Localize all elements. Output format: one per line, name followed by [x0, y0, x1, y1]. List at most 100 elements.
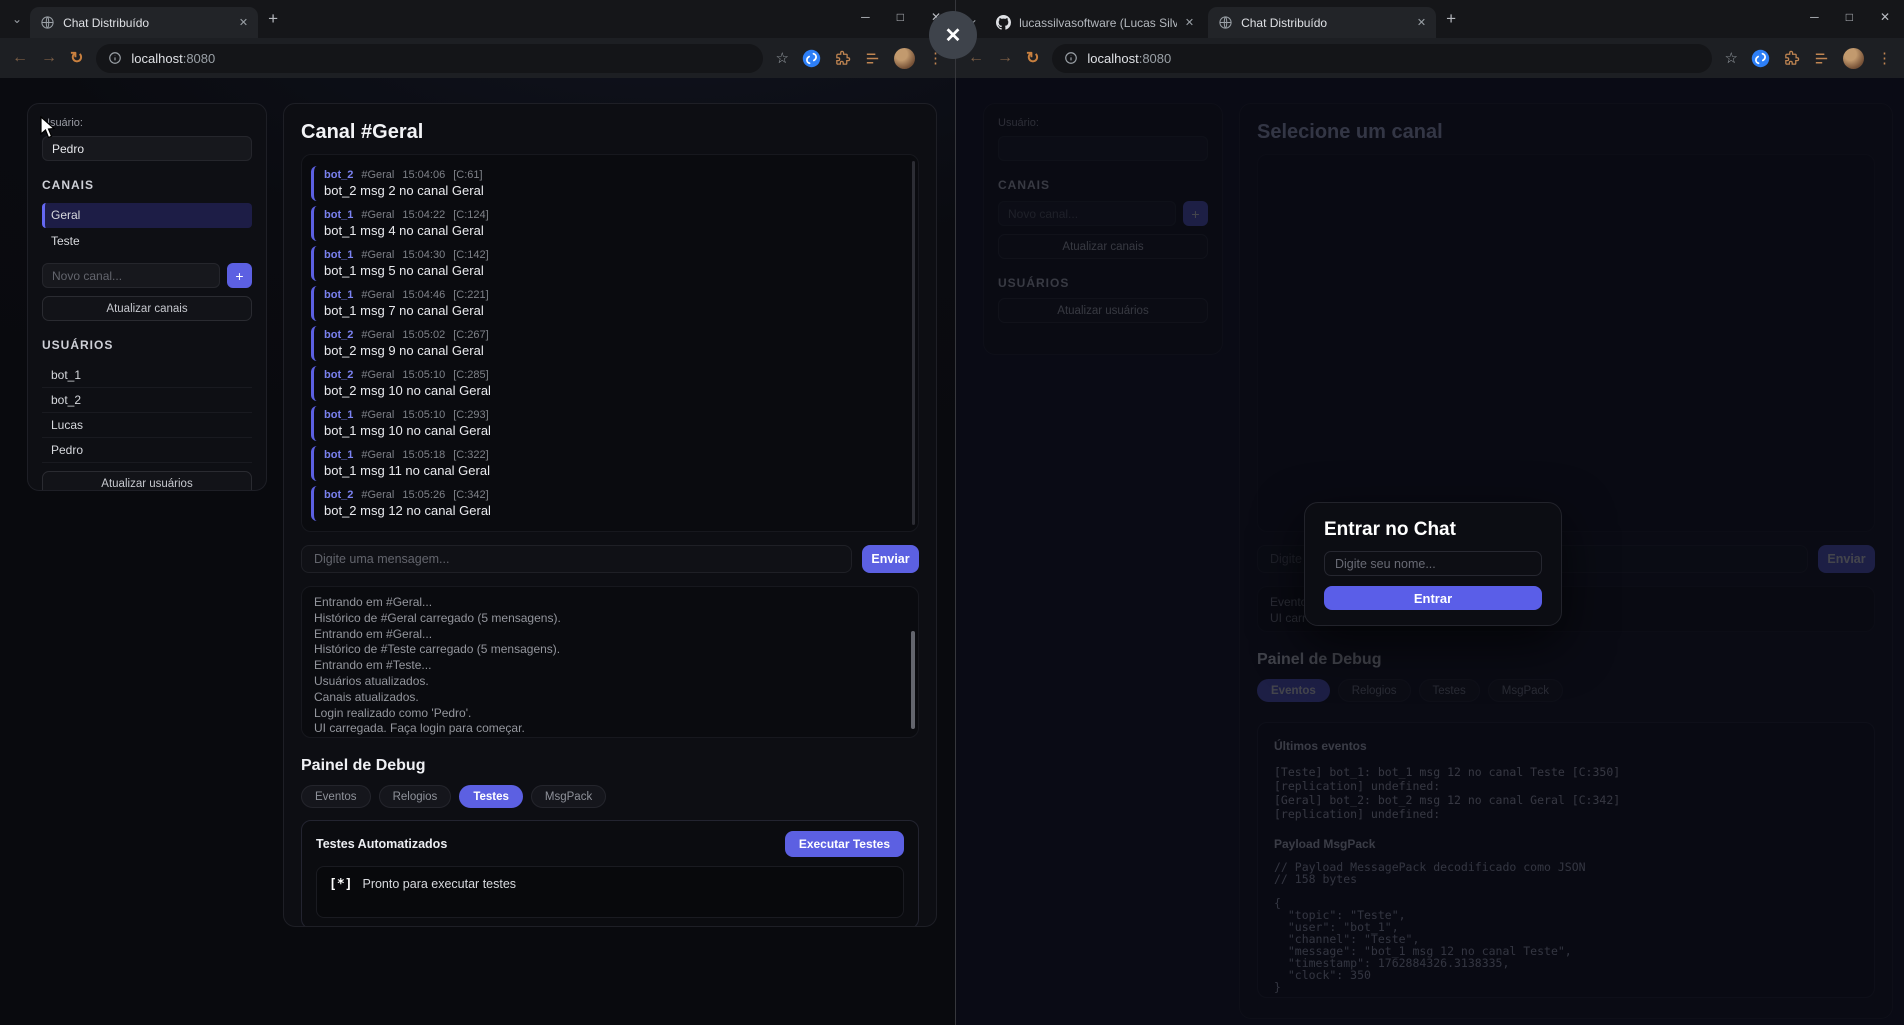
username-input[interactable]	[42, 136, 252, 161]
log-scrollbar[interactable]	[911, 631, 915, 729]
add-channel-button[interactable]: +	[1183, 201, 1208, 226]
back-button[interactable]: ←	[12, 50, 28, 66]
extensions-puzzle-icon[interactable]	[834, 50, 851, 67]
message-time: 15:05:10	[402, 408, 445, 422]
debug-tab-relogios[interactable]: Relogios	[1338, 679, 1411, 702]
message-username[interactable]: bot_1	[324, 448, 353, 462]
tab-close-icon[interactable]: ✕	[1185, 16, 1194, 29]
maximize-button[interactable]: □	[897, 11, 904, 23]
back-button[interactable]: ←	[968, 50, 984, 66]
tab-search-chevron-icon[interactable]: ⌄	[12, 12, 22, 26]
refresh-channels-button[interactable]: Atualizar canais	[998, 234, 1208, 259]
enter-chat-button[interactable]: Entrar	[1324, 586, 1542, 610]
extensions-puzzle-icon[interactable]	[1783, 50, 1800, 67]
message-clock: [C:221]	[453, 288, 488, 302]
reload-button[interactable]: ↻	[70, 48, 83, 68]
new-tab-button[interactable]: +	[1446, 9, 1456, 29]
reading-list-icon[interactable]	[1813, 50, 1830, 67]
debug-tabs: Eventos Relogios Testes MsgPack	[1257, 679, 1875, 702]
message-channel: #Geral	[361, 408, 394, 422]
profile-avatar[interactable]	[894, 48, 915, 69]
browser-tab-chat[interactable]: Chat Distribuído ✕	[1208, 7, 1436, 38]
message-username[interactable]: bot_2	[324, 328, 353, 342]
sidebar-user-item[interactable]: bot_1	[42, 363, 252, 388]
browser-toolbar-left: ← → ↻ localhost:8080 ☆	[0, 38, 955, 78]
debug-tab-msgpack[interactable]: MsgPack	[1488, 679, 1563, 702]
message-username[interactable]: bot_2	[324, 368, 353, 382]
sidebar-channel-item[interactable]: Geral	[42, 203, 252, 228]
site-info-icon[interactable]	[1064, 51, 1078, 65]
message-username[interactable]: bot_2	[324, 168, 353, 182]
debug-tab-testes[interactable]: Testes	[459, 785, 523, 808]
menu-dots-icon[interactable]: ⋮	[1877, 49, 1892, 67]
window-controls-right: ─ □ ✕	[1810, 0, 1890, 34]
message-clock: [C:267]	[453, 328, 488, 342]
debug-tab-testes[interactable]: Testes	[1419, 679, 1480, 702]
debug-events-panel: Últimos eventos [Teste] bot_1: bot_1 msg…	[1257, 722, 1875, 998]
new-tab-button[interactable]: +	[268, 9, 278, 29]
debug-tab-msgpack[interactable]: MsgPack	[531, 785, 606, 808]
refresh-channels-button[interactable]: Atualizar canais	[42, 296, 252, 321]
message-username[interactable]: bot_1	[324, 208, 353, 222]
refresh-users-button[interactable]: Atualizar usuários	[998, 298, 1208, 323]
message-meta: bot_1#Geral15:05:18[C:322]	[324, 448, 904, 462]
debug-tab-eventos[interactable]: Eventos	[1257, 679, 1330, 702]
message-text: bot_2 msg 12 no canal Geral	[324, 502, 904, 519]
message-input[interactable]	[301, 545, 852, 573]
message-username[interactable]: bot_2	[324, 488, 353, 502]
compose-row: Enviar	[301, 545, 919, 573]
forward-button[interactable]: →	[997, 50, 1013, 66]
browser-tab-github[interactable]: lucassilvasoftware (Lucas Silva) ✕	[986, 7, 1204, 38]
debug-tab-eventos[interactable]: Eventos	[301, 785, 371, 808]
message-list[interactable]: bot_2#Geral15:04:06[C:61]bot_2 msg 2 no …	[301, 154, 919, 532]
add-channel-button[interactable]: +	[227, 263, 252, 288]
tab-close-icon[interactable]: ✕	[1417, 16, 1426, 29]
channels-heading: CANAIS	[998, 178, 1208, 192]
msgpack-payload: // Payload MessagePack decodificado como…	[1274, 861, 1858, 993]
sidebar-user-item[interactable]: Lucas	[42, 413, 252, 438]
shazam-extension-icon[interactable]	[802, 49, 821, 68]
username-input[interactable]	[998, 136, 1208, 161]
reading-list-icon[interactable]	[864, 50, 881, 67]
sidebar-user-item[interactable]: bot_2	[42, 388, 252, 413]
message-text: bot_1 msg 10 no canal Geral	[324, 422, 904, 439]
minimize-button[interactable]: ─	[1810, 11, 1819, 23]
login-modal: Entrar no Chat Entrar	[1304, 502, 1562, 626]
message-username[interactable]: bot_1	[324, 248, 353, 262]
new-channel-input[interactable]	[42, 263, 220, 288]
send-button[interactable]: Enviar	[1818, 545, 1875, 573]
tab-close-icon[interactable]: ✕	[239, 16, 248, 29]
browser-tab-chat[interactable]: Chat Distribuído ✕	[30, 7, 258, 38]
new-channel-input[interactable]	[998, 201, 1176, 226]
tests-output: [*] Pronto para executar testes	[316, 866, 904, 918]
send-button[interactable]: Enviar	[862, 545, 919, 573]
message-username[interactable]: bot_1	[324, 408, 353, 422]
forward-button[interactable]: →	[41, 50, 57, 66]
minimize-button[interactable]: ─	[861, 11, 870, 23]
sidebar-channel-item[interactable]: Teste	[42, 229, 252, 254]
address-bar[interactable]: localhost:8080	[96, 44, 762, 73]
message-time: 15:05:10	[402, 368, 445, 382]
refresh-users-button[interactable]: Atualizar usuários	[42, 471, 252, 491]
user-label: Usuário:	[998, 117, 1208, 129]
sidebar-user-item[interactable]: Pedro	[42, 438, 252, 463]
shazam-extension-icon[interactable]	[1751, 49, 1770, 68]
close-window-button[interactable]: ✕	[1880, 11, 1890, 23]
message-text: bot_1 msg 7 no canal Geral	[324, 302, 904, 319]
message-username[interactable]: bot_1	[324, 288, 353, 302]
run-tests-button[interactable]: Executar Testes	[785, 831, 904, 857]
reload-button[interactable]: ↻	[1026, 48, 1039, 68]
bookmark-star-icon[interactable]: ☆	[1725, 49, 1738, 67]
name-input[interactable]	[1324, 551, 1542, 576]
profile-avatar[interactable]	[1843, 48, 1864, 69]
channel-title: Canal #Geral	[301, 120, 919, 144]
messages-scrollbar[interactable]	[912, 161, 915, 525]
site-info-icon[interactable]	[108, 51, 122, 65]
log-box[interactable]: Entrando em #Geral...Histórico de #Geral…	[301, 586, 919, 738]
bookmark-star-icon[interactable]: ☆	[776, 49, 789, 67]
address-bar[interactable]: localhost:8080	[1052, 44, 1711, 73]
maximize-button[interactable]: □	[1846, 11, 1853, 23]
chat-message: bot_1#Geral15:04:46[C:221]bot_1 msg 7 no…	[311, 286, 904, 321]
overlay-close-button[interactable]: ✕	[929, 11, 977, 59]
debug-tab-relogios[interactable]: Relogios	[379, 785, 452, 808]
